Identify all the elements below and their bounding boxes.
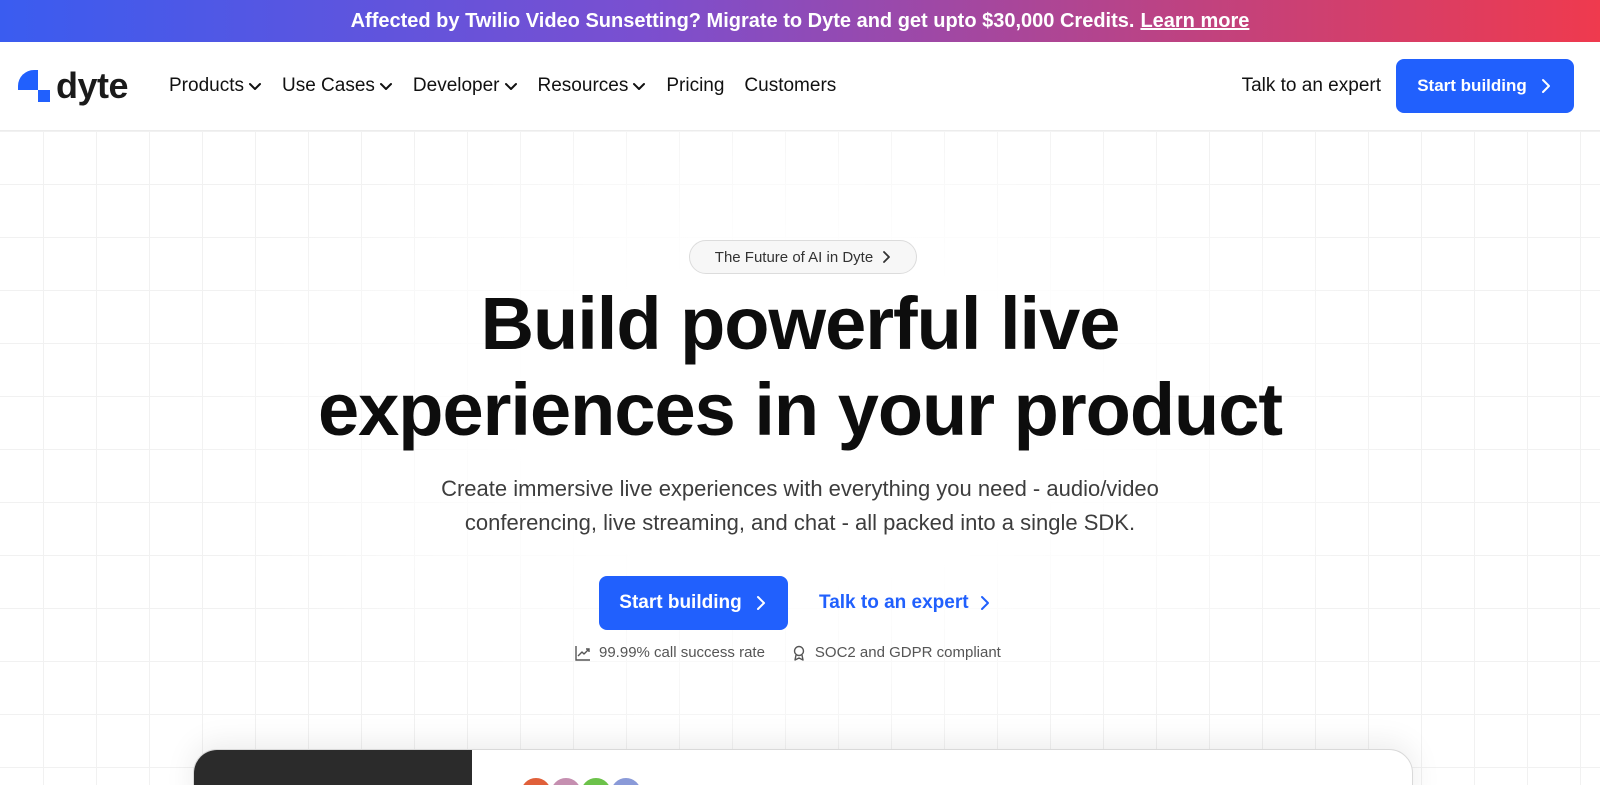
stat-text: SOC2 and GDPR compliant [814, 644, 1001, 661]
talk-to-expert-link[interactable]: Talk to an expert [1242, 75, 1381, 97]
chevron-right-icon [1541, 79, 1550, 93]
nav-item-label: Customers [744, 75, 837, 96]
nav-item-customers[interactable]: Customers [744, 72, 836, 100]
banner-text: Affected by Twilio Video Sunsetting? Mig… [350, 9, 1135, 32]
chevron-right-icon [883, 251, 891, 263]
nav-actions: Talk to an expert Start building [1242, 59, 1574, 113]
stat-text: 99.99% call success rate [599, 644, 765, 661]
dyte-logo-icon [18, 70, 50, 102]
participant-avatars [519, 776, 643, 785]
hero-headline: Build powerful live experiences in your … [200, 281, 1400, 453]
stat-call-success: 99.99% call success rate [575, 644, 765, 661]
nav-item-label: Resources [537, 75, 629, 96]
avatar [519, 776, 553, 785]
headline-line: experiences in your product [317, 368, 1283, 451]
hero-subtext: Create immersive live experiences with e… [441, 476, 1159, 535]
nav-item-label: Use Cases [281, 75, 375, 96]
nav-item-label: Pricing [666, 75, 725, 96]
dyte-logo[interactable]: dyte [16, 65, 129, 106]
nav-item-pricing[interactable]: Pricing [666, 72, 724, 100]
product-preview-card [193, 749, 1413, 785]
chevron-right-icon [756, 596, 765, 610]
chevron-down-icon [633, 83, 646, 90]
top-navbar: dyte Products Use Cases Developer Resour… [0, 42, 1600, 131]
hero-talk-to-expert-link[interactable]: Talk to an expert [819, 576, 991, 630]
nav-item-label: Developer [412, 75, 500, 96]
link-label: Talk to an expert [819, 592, 969, 613]
chevron-down-icon [379, 83, 392, 90]
avatar [549, 776, 583, 785]
nav-menu: Products Use Cases Developer Resources P… [169, 72, 856, 100]
nav-item-products[interactable]: Products [169, 72, 262, 100]
headline-line: Build powerful live [480, 282, 1121, 365]
start-building-button[interactable]: Start building [1396, 59, 1574, 113]
chevron-down-icon [248, 83, 261, 90]
logo-wordmark: dyte [56, 65, 129, 106]
nav-item-resources[interactable]: Resources [538, 72, 647, 100]
avatar [609, 776, 643, 785]
learn-more-link[interactable]: Learn more [1140, 10, 1249, 33]
hero-background-fade [0, 131, 1600, 785]
nav-item-label: Products [169, 75, 244, 96]
announcement-banner: Affected by Twilio Video Sunsetting? Mig… [0, 0, 1600, 42]
preview-dark-panel [194, 750, 472, 785]
nav-item-developer[interactable]: Developer [413, 72, 518, 100]
avatar [579, 776, 613, 785]
button-label: Start building [619, 592, 742, 613]
award-icon [793, 645, 805, 661]
hero-stats: 99.99% call success rate SOC2 and GDPR c… [575, 644, 1027, 661]
hero-section: The Future of AI in Dyte Build powerful … [0, 131, 1600, 785]
nav-item-use-cases[interactable]: Use Cases [282, 72, 393, 100]
ai-announcement-pill[interactable]: The Future of AI in Dyte [689, 240, 917, 274]
pill-label: The Future of AI in Dyte [714, 248, 874, 266]
hero-start-building-button[interactable]: Start building [599, 576, 788, 630]
trending-up-icon [575, 645, 590, 661]
button-label: Start building [1417, 76, 1527, 95]
stat-compliance: SOC2 and GDPR compliant [791, 644, 1001, 661]
chevron-right-icon [980, 596, 989, 610]
chevron-down-icon [504, 83, 517, 90]
